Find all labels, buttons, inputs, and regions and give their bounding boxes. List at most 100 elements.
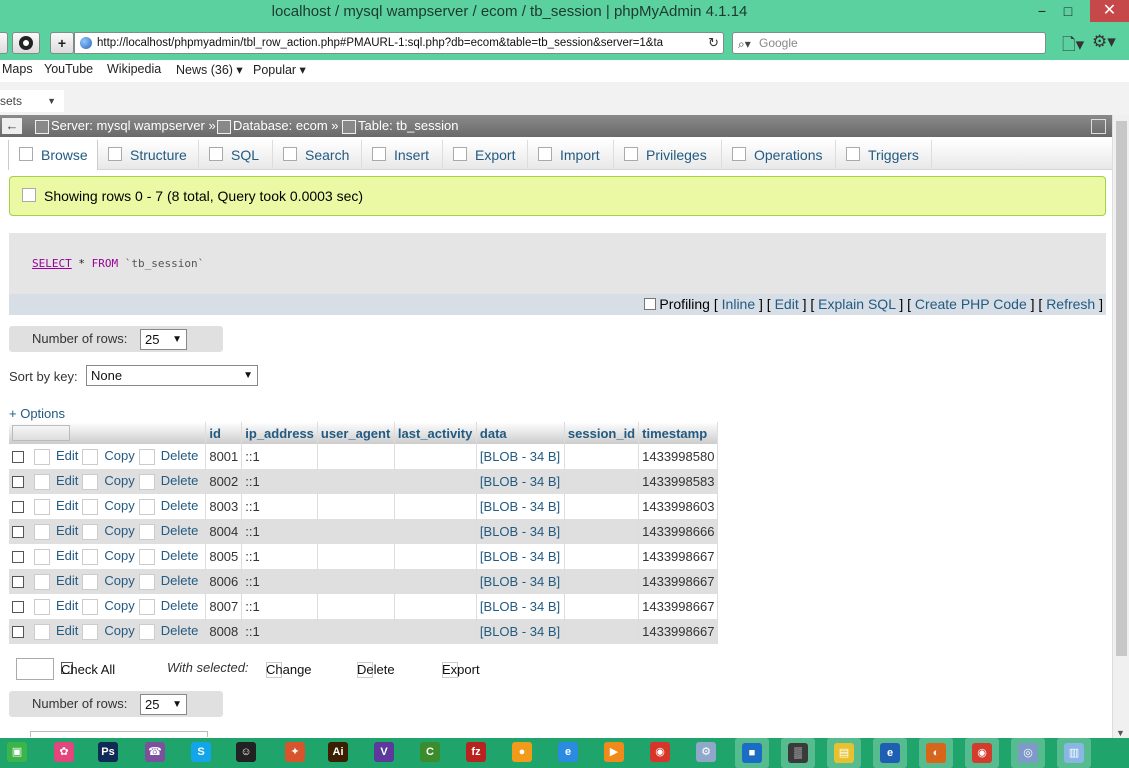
delete-link[interactable]: Delete	[161, 523, 199, 538]
skype-icon[interactable]: S	[190, 741, 212, 763]
firefox-icon[interactable]: ◐	[919, 738, 953, 768]
tab-structure[interactable]: Structure	[98, 140, 199, 170]
copy-icon[interactable]	[82, 598, 99, 615]
edit-icon[interactable]	[34, 473, 50, 490]
tab-search[interactable]: Search	[273, 140, 362, 170]
edit-icon[interactable]	[34, 573, 50, 590]
gear-icon[interactable]: ⚙▾	[1092, 32, 1116, 52]
filezilla-icon[interactable]: fz	[465, 741, 487, 763]
delete-link[interactable]: Delete	[161, 598, 199, 613]
column-header-session-id[interactable]: session_id	[564, 422, 640, 444]
qq-icon[interactable]: ☺	[235, 741, 257, 763]
app-pinned-icon[interactable]: ◎	[1011, 738, 1045, 768]
edit-icon[interactable]	[34, 623, 50, 640]
delete-link[interactable]: Delete	[161, 498, 199, 513]
bookmark-youtube[interactable]: YouTube	[44, 62, 93, 76]
delete-icon[interactable]	[138, 623, 155, 640]
photoshop-icon[interactable]: Ps	[97, 741, 119, 763]
minimize-button[interactable]: −	[1028, 0, 1056, 22]
table-row[interactable]: Edit Copy Delete 8007::1 [BLOB - 34 B] 143399…	[9, 594, 719, 619]
copy-icon[interactable]	[82, 498, 99, 515]
page-settings-icon[interactable]	[1091, 119, 1106, 134]
firefox-dev-icon[interactable]: ✦	[284, 741, 306, 763]
row-checkbox[interactable]	[12, 550, 24, 563]
column-header-timestamp[interactable]: timestamp	[638, 422, 719, 444]
delete-link[interactable]: Delete	[161, 448, 199, 463]
file-explorer-icon[interactable]: ▤	[827, 738, 861, 768]
copy-icon[interactable]	[82, 523, 99, 540]
maximize-button[interactable]: □	[1054, 0, 1082, 22]
row-checkbox[interactable]	[12, 475, 24, 488]
tab-export[interactable]: Export	[443, 140, 528, 170]
tab-insert[interactable]: Insert	[362, 140, 443, 170]
sql-query[interactable]: SELECT * FROM `tb_session`	[32, 257, 204, 270]
wamp-icon[interactable]: ●	[511, 741, 533, 763]
close-button[interactable]: ✕	[1090, 0, 1129, 22]
address-bar[interactable]: http://localhost/phpmyadmin/tbl_row_acti…	[74, 32, 724, 54]
vertical-scrollbar[interactable]: ▼	[1112, 115, 1129, 738]
delete-icon[interactable]	[138, 548, 155, 565]
bookmark-wikipedia[interactable]: Wikipedia	[107, 62, 161, 76]
delete-link[interactable]: Delete	[161, 473, 199, 488]
tab-import[interactable]: Import	[528, 140, 614, 170]
inline-link[interactable]: Inline	[722, 296, 755, 312]
breadcrumb-server[interactable]: Server: mysql wampserver »	[35, 115, 216, 137]
row-checkbox[interactable]	[12, 450, 24, 463]
cell-data[interactable]: [BLOB - 34 B]	[476, 594, 565, 619]
scrollbar-thumb[interactable]	[1116, 121, 1127, 656]
edit-link[interactable]: Edit	[56, 623, 78, 638]
edit-sql-link[interactable]: Edit	[775, 296, 799, 312]
sets-dropdown[interactable]: sets ▼	[0, 90, 64, 112]
number-of-rows-select[interactable]: 25 ▼	[140, 329, 187, 350]
tab-sql[interactable]: SQL	[199, 140, 273, 170]
virtualbox-icon[interactable]: ■	[735, 738, 769, 768]
scroll-down-icon[interactable]: ▼	[1116, 728, 1125, 738]
sql-select-keyword[interactable]: SELECT	[32, 257, 72, 270]
cell-data[interactable]: [BLOB - 34 B]	[476, 619, 565, 644]
cell-data[interactable]: [BLOB - 34 B]	[476, 544, 565, 569]
options-toggle[interactable]: + Options	[9, 406, 65, 421]
cell-data[interactable]: [BLOB - 34 B]	[476, 569, 565, 594]
copy-link[interactable]: Copy	[104, 498, 134, 513]
refresh-link[interactable]: Refresh	[1046, 296, 1095, 312]
column-header-user-agent[interactable]: user_agent	[317, 422, 395, 444]
tab-browse[interactable]: Browse	[8, 140, 98, 170]
create-php-code-link[interactable]: Create PHP Code	[915, 296, 1027, 312]
visual-studio-icon[interactable]: V	[373, 741, 395, 763]
table-row[interactable]: Edit Copy Delete 8005::1 [BLOB - 34 B] 143399…	[9, 544, 719, 569]
edit-icon[interactable]	[34, 448, 50, 465]
copy-link[interactable]: Copy	[104, 473, 134, 488]
ie-pinned-icon[interactable]: e	[873, 738, 907, 768]
profiling-checkbox[interactable]	[644, 298, 657, 311]
edit-link[interactable]: Edit	[56, 598, 78, 613]
chrome-icon[interactable]: ◉	[649, 741, 671, 763]
table-row[interactable]: Edit Copy Delete 8008::1 [BLOB - 34 B] 143399…	[9, 619, 719, 644]
collapse-arrow-icon[interactable]: ←	[2, 118, 22, 134]
cell-data[interactable]: [BLOB - 34 B]	[476, 469, 565, 494]
copy-icon[interactable]	[82, 473, 99, 490]
settings-app-icon[interactable]: ⚙	[695, 741, 717, 763]
cell-data[interactable]: [BLOB - 34 B]	[476, 494, 565, 519]
chrome-pinned-icon[interactable]: ◉	[965, 738, 999, 768]
copy-icon[interactable]	[82, 448, 99, 465]
column-header-last-activity[interactable]: last_activity	[394, 422, 477, 444]
copy-link[interactable]: Copy	[104, 573, 134, 588]
codeblocks-icon[interactable]: C	[419, 741, 441, 763]
tab-operations[interactable]: Operations	[722, 140, 836, 170]
copy-link[interactable]: Copy	[104, 523, 134, 538]
table-row[interactable]: Edit Copy Delete 8006::1 [BLOB - 34 B] 143399…	[9, 569, 719, 594]
illustrator-icon[interactable]: Ai	[327, 741, 349, 763]
row-checkbox[interactable]	[12, 625, 24, 638]
sync-button[interactable]	[12, 32, 40, 54]
copy-link[interactable]: Copy	[104, 623, 134, 638]
cell-data[interactable]: [BLOB - 34 B]	[476, 519, 565, 544]
copy-link[interactable]: Copy	[104, 448, 134, 463]
delete-link[interactable]: Delete	[161, 623, 199, 638]
delete-link[interactable]: Delete	[161, 573, 199, 588]
bookmark-popular[interactable]: Popular ▾	[253, 62, 306, 77]
page-menu-icon[interactable]: 🗋▾	[1062, 32, 1084, 61]
row-checkbox[interactable]	[12, 600, 24, 613]
copy-link[interactable]: Copy	[104, 598, 134, 613]
bookmark-news[interactable]: News (36) ▾	[176, 62, 243, 77]
tab-privileges[interactable]: Privileges	[614, 140, 722, 170]
